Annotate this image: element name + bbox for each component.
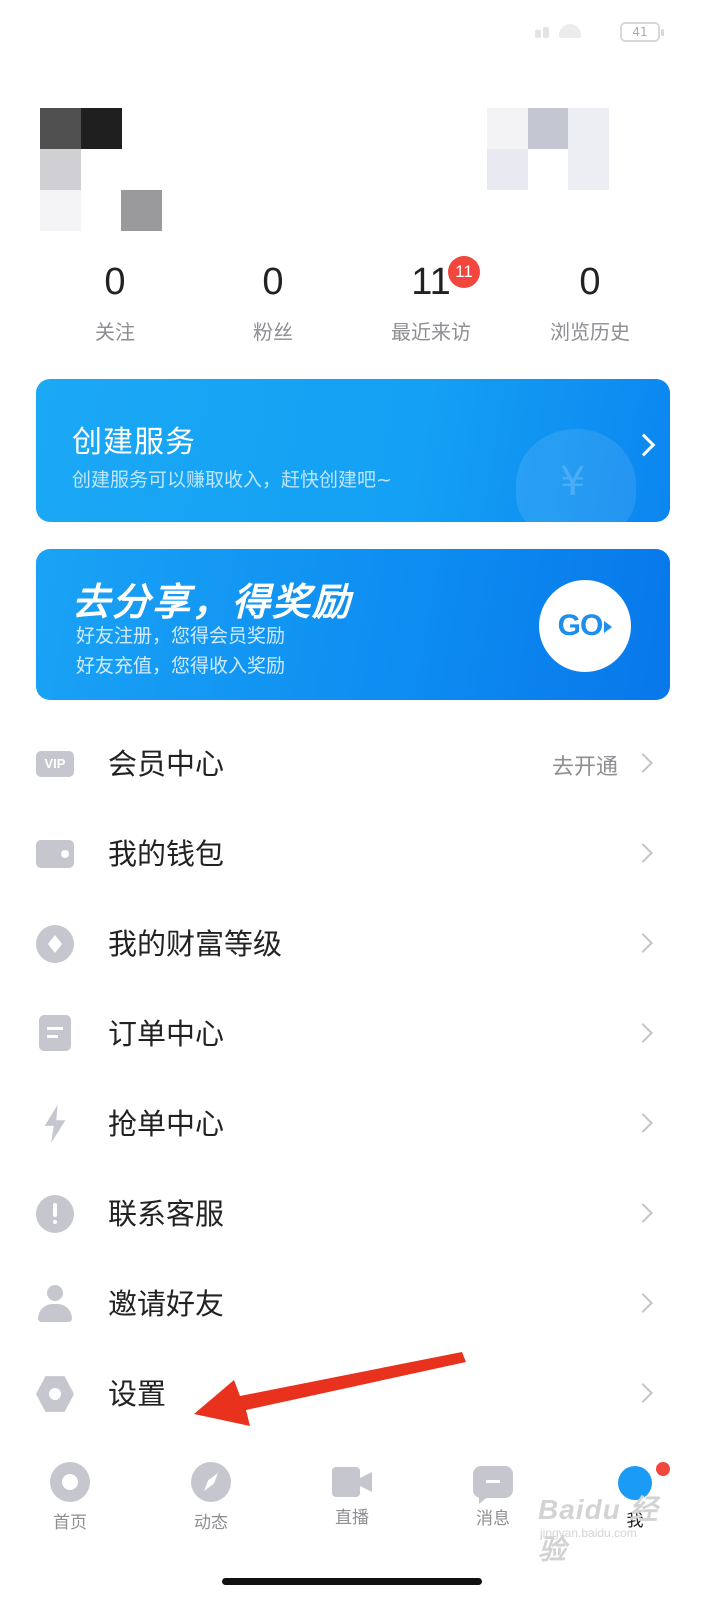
menu-label: 邀请好友 (108, 1287, 225, 1321)
chevron-right-icon (633, 1383, 653, 1403)
stat-value: 11 (411, 261, 451, 303)
menu-label: 联系客服 (108, 1197, 225, 1231)
stat-value: 0 (104, 261, 126, 303)
user-icon (36, 1285, 74, 1323)
stats-row: 0 关注 0 粉丝 11 最近来访 11 0 浏览历史 (0, 256, 720, 350)
watermark: Baidu 经验 jingyan.baidu.com (538, 1488, 668, 1565)
go-button-label: GO (557, 609, 604, 642)
stat-recent-visitors[interactable]: 11 最近来访 11 (356, 256, 506, 345)
avatar[interactable] (40, 108, 162, 231)
tab-live[interactable]: 直播 (302, 1462, 402, 1528)
stat-label: 最近来访 (391, 320, 471, 344)
tab-label: 直播 (335, 1508, 369, 1528)
qr-code-icon[interactable] (487, 108, 609, 190)
signal-wifi-icon (535, 24, 585, 38)
go-button[interactable]: GO (539, 580, 631, 672)
chevron-right-icon (633, 1203, 653, 1223)
video-icon (332, 1467, 372, 1497)
watermark-url: jingyan.baidu.com (540, 1526, 637, 1540)
home-icon (50, 1462, 90, 1502)
tab-home[interactable]: 首页 (20, 1462, 120, 1533)
banner-line: 好友注册，您得会员奖励 (76, 625, 286, 647)
stat-following[interactable]: 0 关注 (40, 260, 190, 345)
stat-label: 粉丝 (253, 320, 293, 344)
menu-label: 设置 (108, 1377, 167, 1411)
money-bag-icon (516, 429, 636, 522)
menu-right-text: 去开通 (551, 755, 618, 780)
banner-title: 创建服务 (72, 425, 196, 460)
create-service-banner[interactable]: 创建服务 创建服务可以赚取收入，赶快创建吧~ (36, 379, 670, 522)
menu-item-grab-orders[interactable]: 抢单中心 (0, 1079, 720, 1169)
chevron-right-icon (633, 1113, 653, 1133)
menu-item-wealth-level[interactable]: 我的财富等级 (0, 899, 720, 989)
chevron-right-icon (633, 843, 653, 863)
notification-dot (656, 1462, 670, 1476)
tab-dynamics[interactable]: 动态 (161, 1462, 261, 1533)
banner-title: 去分享，得奖励 (72, 580, 353, 624)
chevron-right-icon (633, 1023, 653, 1043)
alert-icon (36, 1195, 74, 1233)
menu-list: VIP 会员中心 去开通 我的钱包 我的财富等级 订单中心 抢单中心 联系客服 … (0, 719, 720, 1439)
order-icon (39, 1015, 71, 1051)
stat-browse-history[interactable]: 0 浏览历史 (515, 260, 665, 345)
tab-label: 消息 (476, 1509, 510, 1529)
tab-label: 首页 (53, 1513, 87, 1533)
gear-icon (36, 1376, 74, 1412)
menu-item-wallet[interactable]: 我的钱包 (0, 809, 720, 899)
stat-label: 关注 (95, 320, 135, 344)
lightning-icon (44, 1105, 66, 1143)
chevron-right-icon (632, 433, 656, 457)
stat-value: 0 (579, 261, 601, 303)
menu-label: 我的财富等级 (108, 927, 283, 961)
battery-level: 41 (632, 25, 648, 39)
chevron-right-icon (633, 933, 653, 953)
share-reward-banner[interactable]: 去分享，得奖励 好友注册，您得会员奖励 好友充值，您得收入奖励 GO (36, 549, 670, 700)
menu-label: 会员中心 (108, 747, 225, 781)
home-indicator[interactable] (222, 1578, 482, 1585)
chevron-right-icon (633, 753, 653, 773)
annotation-arrow-icon (194, 1352, 466, 1426)
banner-subtitle: 创建服务可以赚取收入，赶快创建吧~ (72, 469, 392, 491)
play-icon (604, 621, 613, 634)
tab-label: 动态 (194, 1513, 228, 1533)
banner-line: 好友充值，您得收入奖励 (76, 655, 286, 677)
compass-icon (191, 1462, 231, 1502)
chevron-right-icon (633, 1293, 653, 1313)
menu-label: 订单中心 (108, 1017, 225, 1051)
status-bar: 41 (0, 0, 720, 70)
menu-label: 我的钱包 (108, 837, 225, 871)
stat-label: 浏览历史 (550, 320, 630, 344)
menu-item-vip-center[interactable]: VIP 会员中心 去开通 (0, 719, 720, 809)
menu-item-order-center[interactable]: 订单中心 (0, 989, 720, 1079)
tab-messages[interactable]: 消息 (443, 1462, 543, 1529)
menu-item-invite-friends[interactable]: 邀请好友 (0, 1259, 720, 1349)
vip-icon: VIP (36, 751, 74, 777)
battery-icon: 41 (620, 22, 664, 42)
stat-value: 0 (262, 261, 284, 303)
notification-badge: 11 (448, 256, 480, 288)
wallet-icon (36, 840, 74, 868)
message-icon (473, 1466, 513, 1498)
menu-label: 抢单中心 (108, 1107, 225, 1141)
stat-fans[interactable]: 0 粉丝 (198, 260, 348, 345)
diamond-icon (36, 925, 74, 963)
menu-item-customer-service[interactable]: 联系客服 (0, 1169, 720, 1259)
